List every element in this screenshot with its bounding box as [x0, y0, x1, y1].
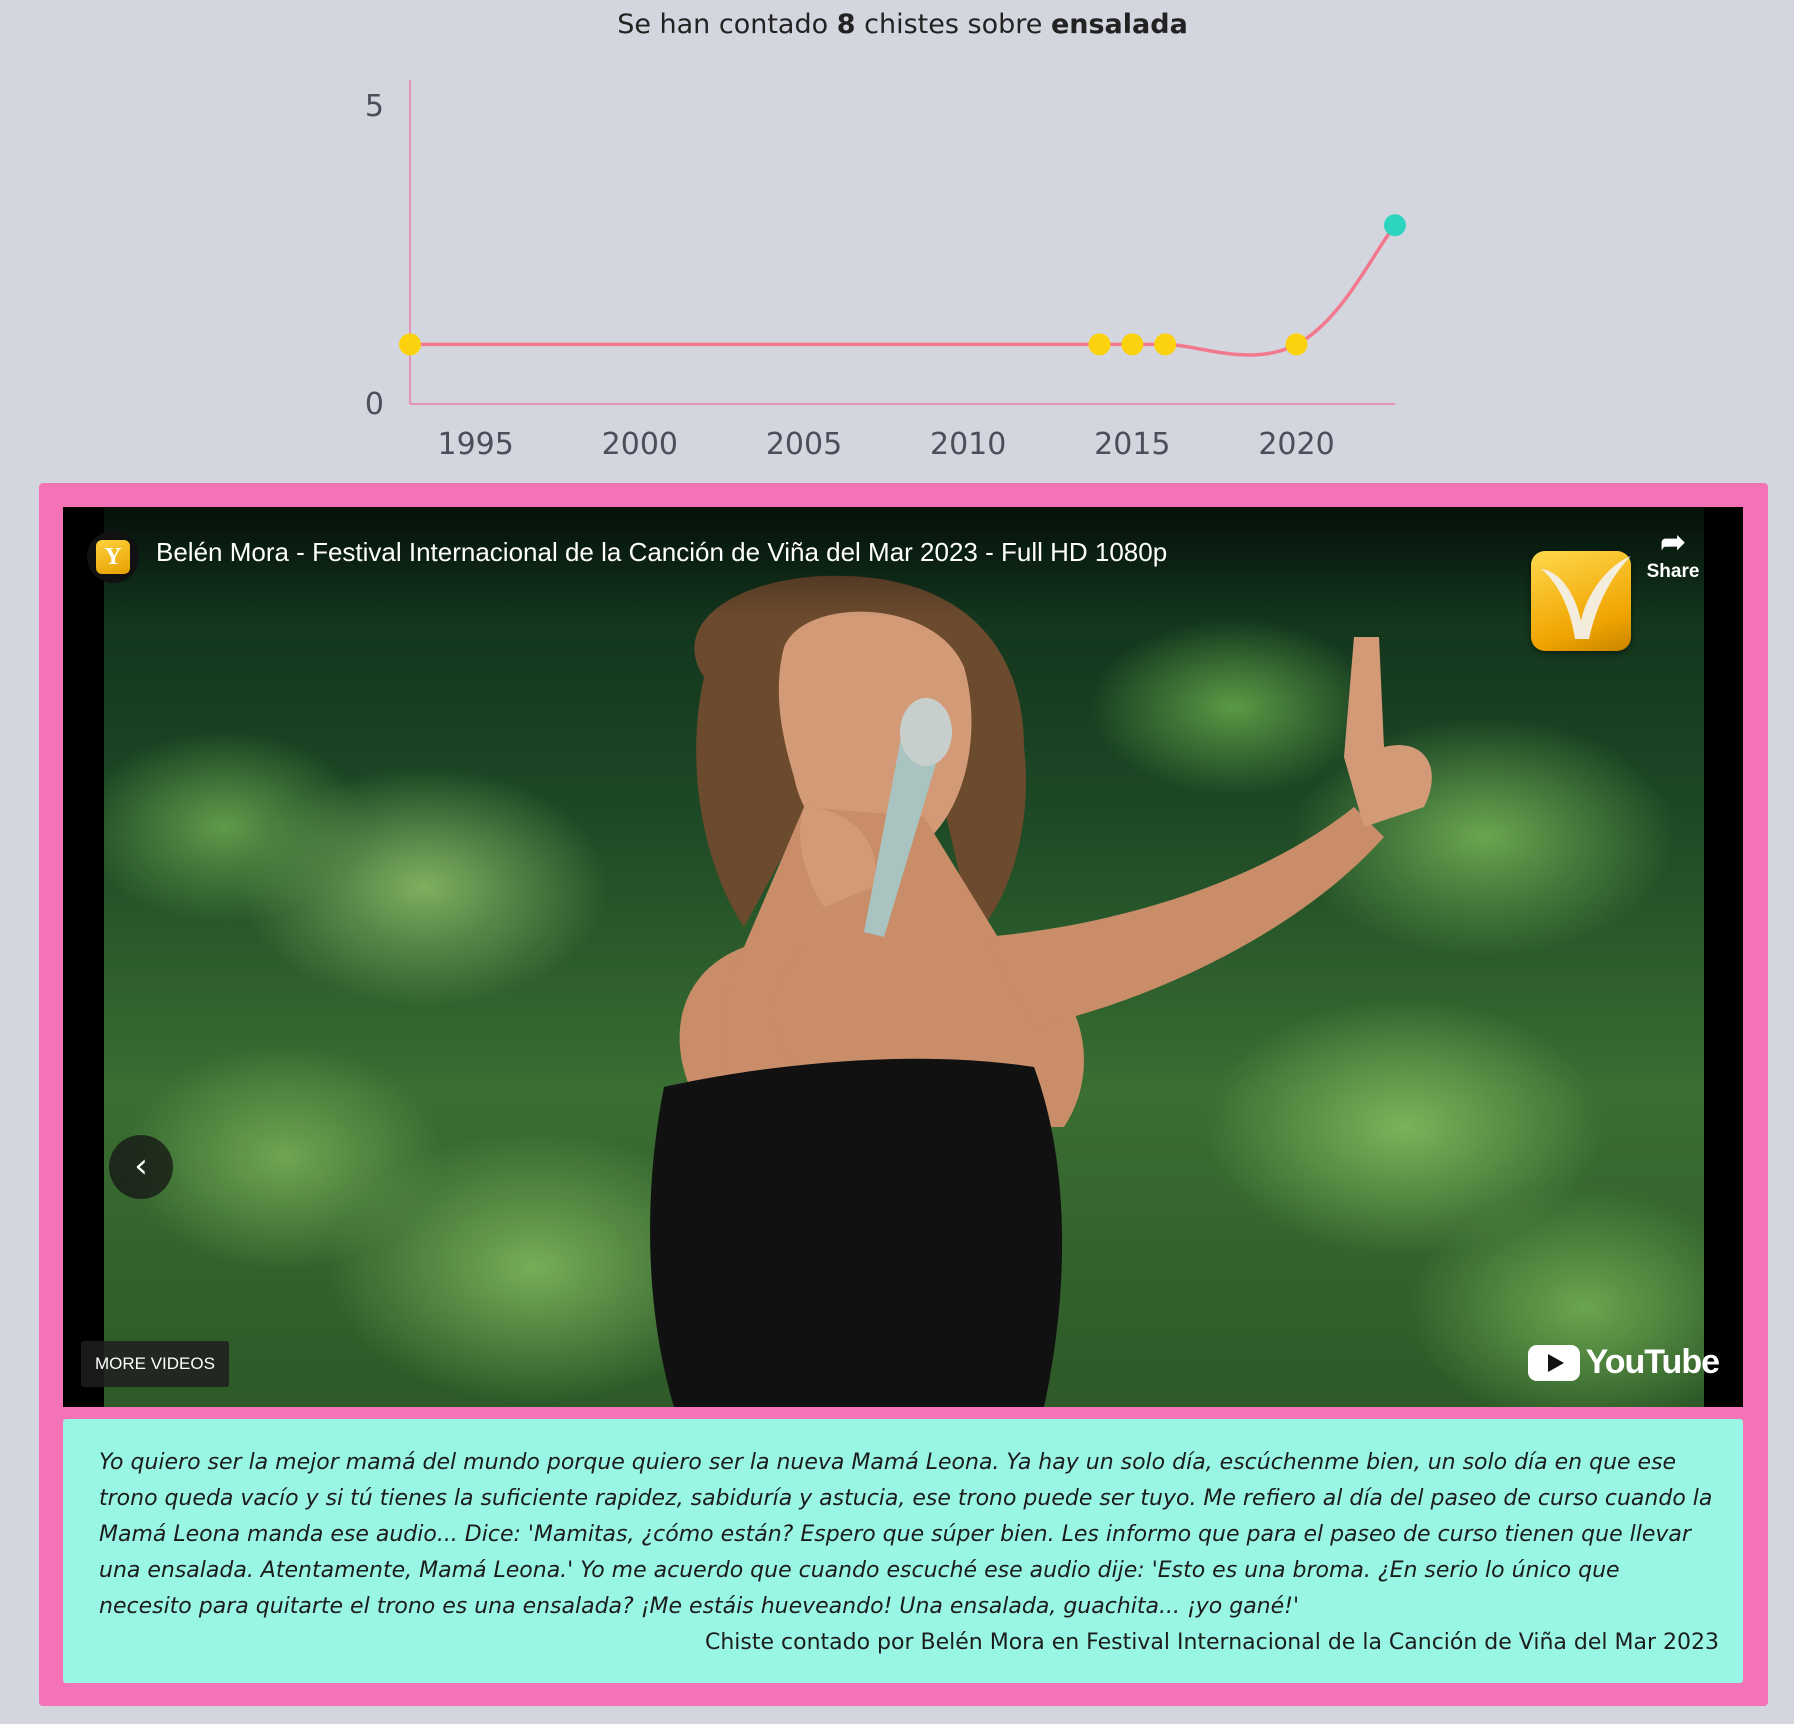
- x-tick-label: 2020: [1258, 427, 1334, 462]
- headline: Se han contado 8 chistes sobre ensalada: [0, 0, 1794, 52]
- youtube-logo[interactable]: YouTube: [1527, 1343, 1720, 1382]
- joke-card: Y Belén Mora - Festival Internacional de…: [39, 483, 1768, 1706]
- x-tick-label: 2005: [766, 427, 842, 462]
- chart-ticks: 1995 2000 2005 2010 2015 2020 0 5: [365, 89, 1335, 462]
- topic-name: ensalada: [1050, 9, 1188, 40]
- data-point: [1154, 333, 1177, 356]
- more-videos-button[interactable]: MORE VIDEOS: [81, 1341, 229, 1387]
- headline-middle: chistes sobre: [864, 9, 1043, 40]
- x-tick-label: 2000: [602, 427, 678, 462]
- y-tick-label: 5: [365, 89, 384, 124]
- joke-text: Yo quiero ser la mejor mamá del mundo po…: [99, 1450, 1713, 1619]
- chart-line-layer: [410, 224, 1397, 357]
- channel-logo-glyph: Y: [96, 540, 130, 574]
- y-tick-label: 0: [365, 387, 384, 422]
- channel-watermark-logo: [1531, 551, 1631, 651]
- performer-image: [650, 575, 1432, 1407]
- chart-points: [399, 214, 1406, 356]
- data-point-latest: [1384, 214, 1406, 237]
- x-tick-label: 2015: [1094, 427, 1170, 462]
- share-label: Share: [1646, 561, 1700, 582]
- x-tick-label: 1995: [437, 427, 513, 462]
- youtube-play-icon: [1527, 1344, 1580, 1381]
- data-point: [399, 333, 421, 356]
- x-tick-label: 2010: [930, 427, 1006, 462]
- data-point: [1088, 333, 1111, 356]
- chevron-left-icon[interactable]: ‹: [109, 1135, 173, 1199]
- series-line: [410, 224, 1397, 357]
- data-point: [1285, 333, 1308, 356]
- joke-count: 8: [836, 9, 856, 40]
- channel-avatar-icon[interactable]: Y: [87, 531, 139, 583]
- youtube-wordmark: YouTube: [1585, 1343, 1720, 1381]
- headline-prefix: Se han contado: [617, 9, 829, 40]
- data-point: [1121, 333, 1144, 356]
- share-button[interactable]: ➦ Share: [1643, 525, 1703, 583]
- video-title[interactable]: Belén Mora - Festival Internacional de l…: [156, 537, 1167, 568]
- joke-quote: Yo quiero ser la mejor mamá del mundo po…: [63, 1419, 1743, 1683]
- share-arrow-icon: ➦: [1660, 526, 1686, 559]
- jokes-per-year-chart: 1995 2000 2005 2010 2015 2020 0 5: [365, 80, 1406, 462]
- watermark-bird-icon: [1541, 556, 1631, 639]
- joke-attribution: Chiste contado por Belén Mora en Festiva…: [705, 1630, 1719, 1655]
- video-frame: [104, 507, 1704, 1407]
- video-player[interactable]: Y Belén Mora - Festival Internacional de…: [63, 507, 1743, 1407]
